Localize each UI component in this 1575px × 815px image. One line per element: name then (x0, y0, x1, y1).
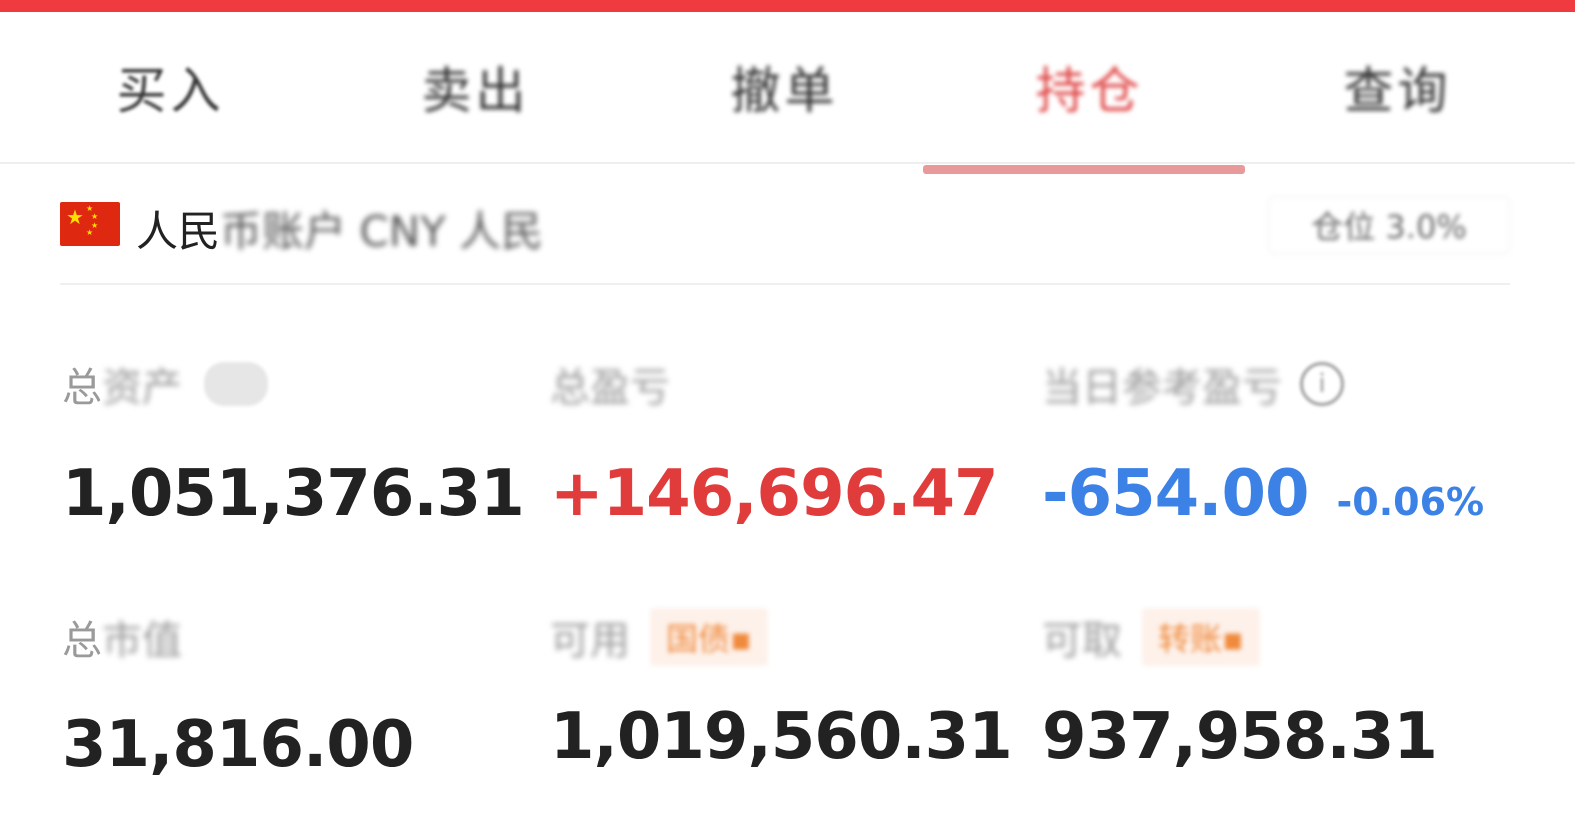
today-pnl-label: 当日参考盈亏 i (1042, 355, 1484, 413)
eye-icon[interactable] (204, 362, 268, 406)
tab-cancel-label: 撤单 (730, 62, 839, 120)
today-pnl-percent: -0.06% (1336, 480, 1485, 524)
available-label: 可用 国债▪ (550, 608, 1012, 666)
withdrawable-label: 可取 转账▪ (1042, 608, 1437, 666)
top-status-bar (0, 0, 1575, 12)
tab-query-label: 查询 (1343, 62, 1452, 120)
total-pnl-label: 总盈亏 (550, 365, 670, 411)
withdrawable-cell: 可取 转账▪ 937,958.31 (1042, 608, 1438, 774)
trade-tab-bar: 买入 卖出 撤单 持仓 查询 (0, 12, 1575, 174)
market-value-cell: 总市值 31,816.00 (62, 608, 414, 782)
transfer-tag[interactable]: 转账▪ (1142, 608, 1260, 666)
tab-query[interactable]: 查询 (1240, 12, 1555, 162)
china-flag-icon: ★ ★ ★ ★ ★ (60, 202, 120, 246)
today-pnl-cell: 当日参考盈亏 i -654.00 -0.06% (1042, 355, 1484, 531)
total-assets-label: 总资产 (62, 355, 524, 413)
tab-sell-label: 卖出 (421, 62, 530, 120)
tab-buy[interactable]: 买入 (13, 12, 328, 162)
tab-sell[interactable]: 卖出 (318, 12, 633, 162)
position-ratio-badge[interactable]: 仓位 3.0% (1268, 196, 1510, 254)
tab-buy-label: 买入 (116, 62, 225, 120)
total-pnl-cell: 总盈亏 +146,696.47 (550, 355, 998, 531)
tab-positions[interactable]: 持仓 (932, 12, 1247, 162)
tab-cancel[interactable]: 撤单 (627, 12, 942, 162)
info-icon[interactable]: i (1300, 362, 1344, 406)
account-currency-name: 人民币账户 CNY 人民 (136, 198, 543, 259)
withdrawable-value: 937,958.31 (1042, 700, 1438, 774)
today-pnl-value: -654.00 (1042, 457, 1310, 531)
available-cell: 可用 国债▪ 1,019,560.31 (550, 608, 1013, 774)
treasury-bond-tag[interactable]: 国债▪ (650, 608, 768, 666)
total-pnl-value: +146,696.47 (550, 457, 998, 531)
currency-label-visible: 人民 (136, 207, 221, 256)
currency-label-rest: 币账户 CNY 人民 (220, 207, 544, 256)
tab-positions-label: 持仓 (1035, 62, 1144, 120)
section-divider (60, 283, 1510, 285)
active-tab-indicator (923, 165, 1245, 174)
available-value: 1,019,560.31 (550, 700, 1013, 774)
total-assets-value: 1,051,376.31 (62, 457, 525, 531)
account-selector[interactable]: ★ ★ ★ ★ ★ 人民币账户 CNY 人民 仓位 3.0% (60, 196, 1510, 256)
total-assets-cell: 总资产 1,051,376.31 (62, 355, 525, 531)
market-value-label: 总市值 (62, 618, 182, 664)
market-value-value: 31,816.00 (62, 708, 414, 782)
